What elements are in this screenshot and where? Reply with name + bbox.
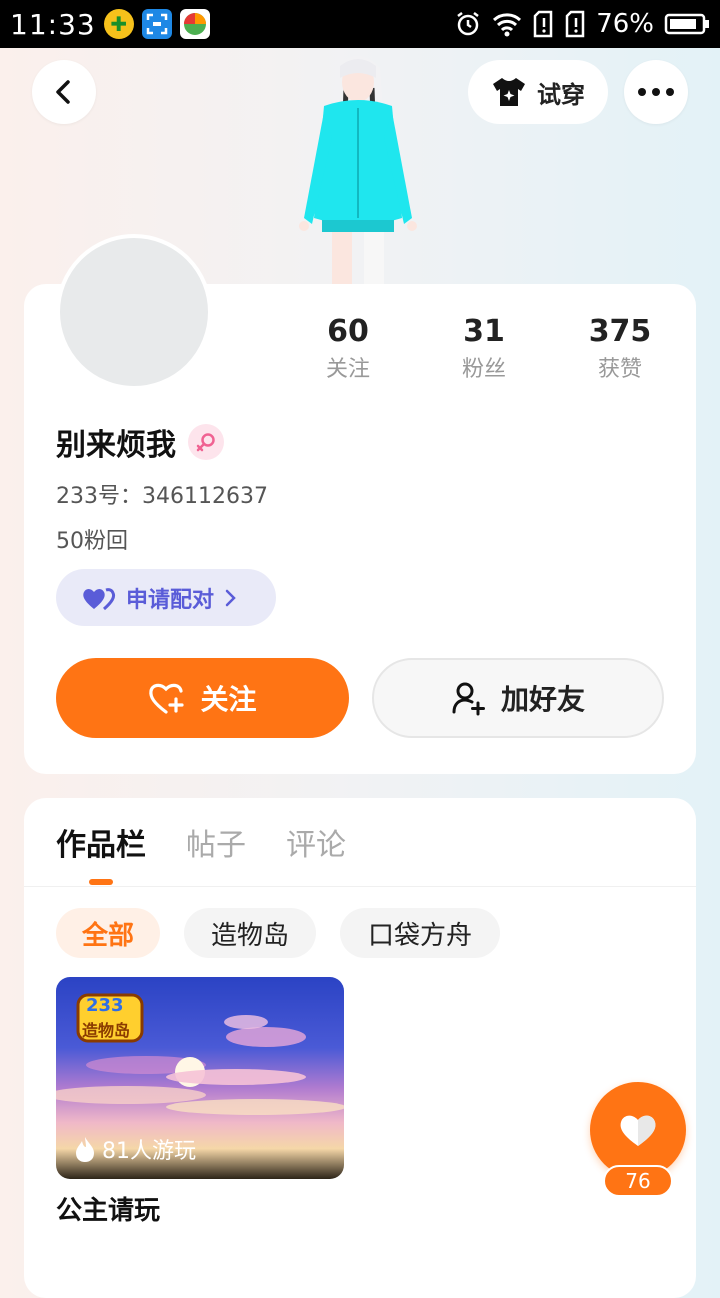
flame-icon [76,1137,94,1162]
user-bio: 50粉回 [56,529,128,554]
store-app-icon [179,9,210,39]
status-bar: 11:33 ✚ 76% [0,0,720,48]
heart-icon [620,1115,656,1146]
stat-following-label: 关注 [325,357,370,382]
add-friend-label: 加好友 [500,683,585,716]
wifi-icon [492,11,522,37]
filter-all[interactable]: 全部 [56,908,160,958]
chevron-left-icon [56,80,70,104]
work-title[interactable]: 公主请玩 [56,1190,160,1227]
badge-number-text: 233 [86,995,124,1016]
like-count-badge: 76 [603,1165,673,1197]
filter-pocket-ark[interactable]: 口袋方舟 [340,908,500,958]
active-tab-indicator [89,879,113,885]
stat-likes-value: 375 [588,314,652,349]
follow-label: 关注 [200,683,257,716]
tab-divider [24,886,696,887]
request-pair-button[interactable]: 申请配对 [56,569,276,626]
plus-app-icon: ✚ [103,9,134,39]
try-on-button[interactable]: 试穿 [468,60,608,124]
like-fab-button[interactable] [590,1082,686,1178]
battery-percent: 76% [596,9,654,39]
user-id: 233号：346112637 [56,484,268,509]
add-friend-button[interactable]: 加好友 [372,658,664,738]
more-options-button[interactable] [624,60,688,124]
sim2-icon [564,10,586,38]
tab-works[interactable]: 作品栏 [56,820,146,864]
follow-button[interactable]: 关注 [56,658,349,738]
stat-following-value: 60 [327,314,369,349]
tab-comments[interactable]: 评论 [286,820,346,864]
filter-creation-island[interactable]: 造物岛 [184,908,316,958]
sim1-icon [532,10,554,38]
alarm-icon [454,10,482,38]
battery-icon [664,12,710,36]
user-name: 别来烦我 [56,428,176,463]
status-time: 11:33 [10,7,96,41]
stat-likes[interactable]: 375 获赞 [560,312,680,388]
stat-likes-label: 获赞 [597,357,642,382]
work-plays-count: 81人游玩 [102,1139,196,1164]
more-dots-icon [638,88,674,96]
request-pair-label: 申请配对 [126,587,215,613]
stat-following[interactable]: 60 关注 [288,312,408,388]
chevron-right-icon [225,589,236,606]
stat-fans-value: 31 [463,314,505,349]
double-heart-icon [83,587,116,610]
tshirt-icon [493,78,525,106]
avatar-character-image [299,56,417,286]
heart-plus-icon [149,683,185,714]
badge-title-text: 造物岛 [82,1021,131,1040]
female-gender-icon [188,424,224,460]
stat-fans-label: 粉丝 [461,357,506,382]
name-row: 别来烦我 [56,420,224,464]
scan-app-icon [141,9,172,39]
user-avatar[interactable] [56,234,212,390]
add-user-icon [452,682,485,716]
stat-fans[interactable]: 31 粉丝 [424,312,544,388]
try-on-label: 试穿 [537,80,585,109]
tab-posts[interactable]: 帖子 [186,820,246,864]
back-button[interactable] [32,60,96,124]
work-plays: 81人游玩 [74,1133,196,1165]
work-thumbnail[interactable]: 233 造物岛 81人游玩 [56,977,344,1179]
